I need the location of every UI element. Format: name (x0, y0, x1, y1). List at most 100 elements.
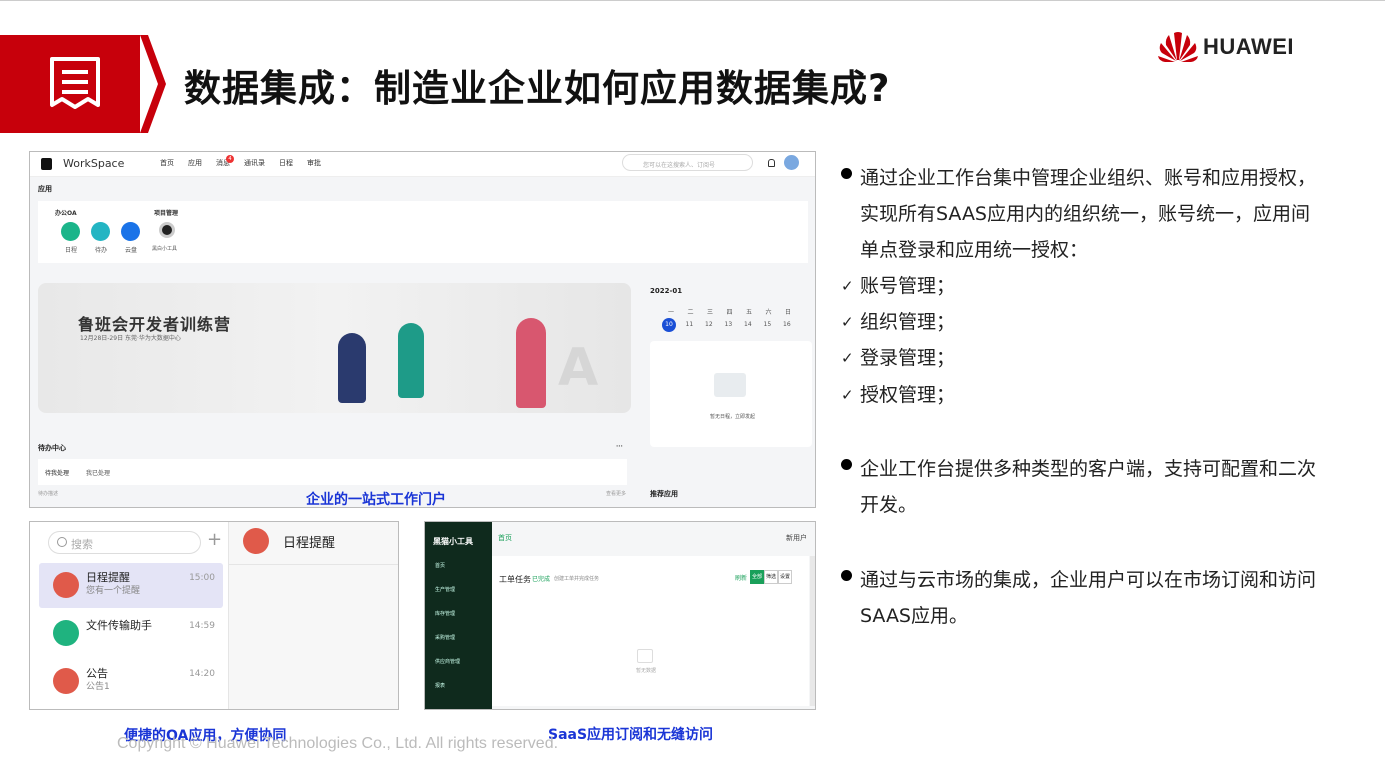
saas-menu-item[interactable]: 报表 (435, 682, 445, 689)
saas-new-user[interactable]: 新用户 (786, 533, 807, 543)
check-icon: ✓ (841, 386, 854, 404)
todo-app-icon[interactable] (91, 222, 110, 241)
calendar-day[interactable]: 10 (662, 318, 676, 332)
refresh-button[interactable]: 刷新 (735, 573, 747, 582)
oa-chat-list: 搜索 + 日程提醒 您有一个提醒 15:00 文件传输助手 14:59 公告 公… (30, 522, 229, 709)
caption-workspace: 企业的一站式工作门户 (306, 492, 446, 508)
calendar-day[interactable]: 12 (705, 321, 713, 328)
nav-badge: 4 (226, 155, 234, 163)
empty-data-text: 暂无数据 (636, 668, 657, 674)
bullet2-line2: 开发。 (860, 494, 918, 516)
action-all-button[interactable]: 全部 (750, 570, 764, 584)
check-icon: ✓ (841, 277, 854, 295)
bullet-dot (841, 459, 852, 470)
apps-panel: 办公OA 项目管理 日程 待办 云盘 黑白小工具 (38, 201, 808, 263)
group-pm-label: 项目管理 (154, 210, 179, 217)
task-title: 工单任务 (499, 575, 531, 584)
nav-messages[interactable]: 消息 4 (216, 155, 234, 168)
calendar-day[interactable]: 14 (744, 321, 752, 328)
calendar-empty-panel: 暂无日程，立即发起 (650, 341, 812, 447)
app-label-todo: 待办 (95, 247, 108, 254)
brand-name: HUAWEI (1203, 34, 1294, 59)
app-label-calendar: 日程 (65, 247, 78, 254)
saas-menu-item[interactable]: 采购管理 (435, 634, 455, 641)
top-rule (0, 0, 1385, 1)
saas-scrollbar[interactable] (810, 556, 815, 706)
chat-preview: 您有一个提醒 (86, 586, 141, 596)
task-desc: 创建工单并完成任务 (554, 576, 600, 582)
weekday-label: 五 (746, 309, 753, 316)
calendar-app-icon[interactable] (61, 222, 80, 241)
weekday-label: 三 (707, 309, 714, 316)
add-button[interactable]: + (207, 529, 222, 550)
user-avatar[interactable] (784, 155, 799, 170)
search-icon (57, 537, 67, 547)
chat-preview: 公告1 (86, 682, 110, 692)
task-tag: 已完成 (532, 576, 551, 583)
check-item-account: 账号管理； (860, 275, 956, 297)
saas-sidebar: 黑猫小工具 首页生产管理库存管理采购管理供应商管理报表 (425, 522, 492, 709)
saas-menu-item[interactable]: 供应商管理 (435, 658, 460, 665)
weekday-label: 二 (687, 309, 694, 316)
weekday-label: 四 (726, 309, 733, 316)
promo-banner[interactable]: 鲁班会开发者训练营 12月28日-29日 东莞·华为大数据中心 A (38, 283, 631, 413)
banner-title: 鲁班会开发者训练营 (78, 315, 232, 334)
saas-menu-item[interactable]: 生产管理 (435, 586, 455, 593)
chat-item-schedule[interactable]: 日程提醒 您有一个提醒 15:00 (39, 563, 223, 608)
caption-saas: SaaS应用订阅和无缝访问 (548, 727, 714, 743)
saas-main: 首页 新用户 工单任务 已完成 创建工单并完成任务 刷新 全部 筛选 设置 暂无… (492, 522, 815, 709)
nav-approval[interactable]: 审批 (307, 158, 321, 168)
calendar-day[interactable]: 11 (686, 321, 694, 328)
conversation-divider (229, 564, 398, 565)
check-item-org: 组织管理； (860, 311, 956, 333)
calendar-month: 2022-01 (650, 287, 683, 295)
todo-more-dots[interactable]: ··· (616, 443, 623, 450)
conversation-avatar-icon (243, 528, 269, 554)
calendar-day[interactable]: 16 (783, 321, 791, 328)
tool-app-icon[interactable] (159, 222, 175, 238)
weekday-label: 日 (785, 309, 792, 316)
saas-menu-item[interactable]: 库存管理 (435, 610, 455, 617)
chat-item-file-transfer[interactable]: 文件传输助手 14:59 (39, 611, 223, 656)
workspace-topbar: WorkSpace 首页 应用 消息 4 通讯录 日程 审批 您可以在这搜索人、订… (30, 152, 815, 177)
chat-time: 14:20 (189, 669, 215, 679)
workspace-search-input[interactable]: 您可以在这搜索人、订阅号 (622, 154, 753, 171)
group-oa-label: 办公OA (55, 210, 77, 217)
recommend-title: 推荐应用 (650, 490, 678, 498)
workspace-body: 应用 办公OA 项目管理 日程 待办 云盘 黑白小工具 鲁班会开发者训练营 12… (30, 177, 815, 507)
conversation-title: 日程提醒 (283, 536, 336, 551)
header-chevron (140, 35, 166, 133)
no-schedule-text[interactable]: 暂无日程，立即发起 (710, 413, 755, 420)
check-icon: ✓ (841, 349, 854, 367)
bullet3-line2: SAAS应用。 (860, 605, 968, 627)
nav-calendar[interactable]: 日程 (279, 158, 293, 168)
todo-center-title: 待办中心 (38, 444, 66, 452)
saas-menu-item[interactable]: 首页 (435, 562, 445, 569)
chat-name: 文件传输助手 (86, 619, 152, 632)
calendar-day[interactable]: 13 (725, 321, 733, 328)
oa-search-input[interactable]: 搜索 (48, 531, 201, 554)
bell-icon[interactable] (768, 159, 775, 167)
file-transfer-avatar-icon (53, 620, 79, 646)
chat-item-announcement[interactable]: 公告 公告1 14:20 (39, 659, 223, 704)
oa-conversation-panel: 日程提醒 (229, 522, 398, 709)
nav-home[interactable]: 首页 (160, 158, 174, 168)
banner-subtitle: 12月28日-29日 东莞·华为大数据中心 (80, 335, 181, 342)
todo-tabs: 待我处理 我已处理 (38, 459, 627, 485)
calendar-day[interactable]: 15 (764, 321, 772, 328)
huawei-flower-icon (1158, 32, 1198, 62)
page-title: 数据集成：制造业企业如何应用数据集成? (184, 67, 891, 110)
nav-apps[interactable]: 应用 (188, 158, 202, 168)
huawei-logo: HUAWEI (1157, 30, 1294, 64)
todo-view-more[interactable]: 查看更多 (606, 490, 626, 497)
tab-done[interactable]: 我已处理 (86, 468, 110, 477)
nav-contacts[interactable]: 通讯录 (244, 158, 265, 168)
action-filter-button[interactable]: 筛选 (764, 570, 778, 584)
tab-pending[interactable]: 待我处理 (45, 468, 69, 477)
action-settings-button[interactable]: 设置 (778, 570, 792, 584)
bullet3-line1: 通过与云市场的集成，企业用户可以在市场订阅和访问 (860, 569, 1317, 591)
saas-top-link[interactable]: 首页 (498, 533, 512, 543)
cloud-drive-app-icon[interactable] (121, 222, 140, 241)
saas-brand: 黑猫小工具 (433, 537, 473, 546)
bullet1-line1: 通过企业工作台集中管理企业组织、账号和应用授权， (860, 167, 1317, 189)
